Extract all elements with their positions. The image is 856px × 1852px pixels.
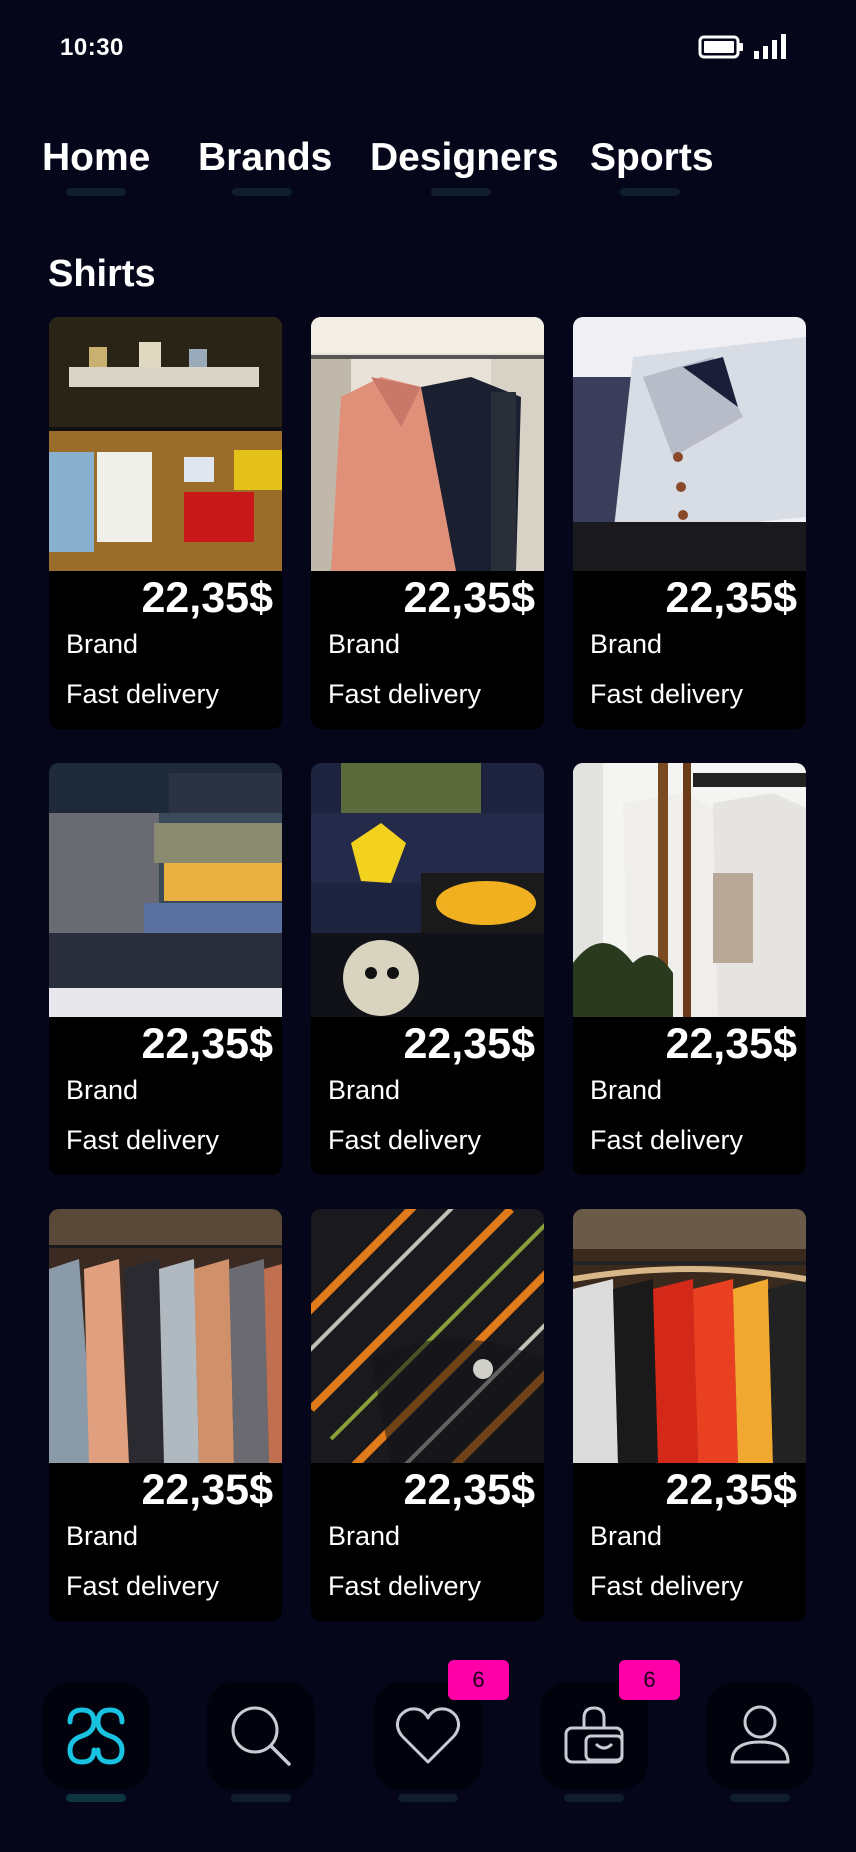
product-delivery: Fast delivery: [328, 1125, 482, 1155]
product-price: 22,35$: [403, 574, 535, 622]
nav-home-button[interactable]: [42, 1682, 150, 1802]
product-brand: Brand: [66, 1075, 139, 1105]
heart-icon: [395, 1707, 461, 1764]
product-brand: Brand: [328, 1075, 401, 1105]
product-image: [49, 317, 282, 571]
battery-icon: [698, 35, 743, 59]
product-card[interactable]: 22,35$ Brand Fast delivery: [311, 317, 544, 729]
nav-profile-indicator: [730, 1794, 790, 1802]
product-card[interactable]: 22,35$ Brand Fast delivery: [573, 317, 806, 729]
tab-brands-label: Brands: [198, 136, 333, 179]
product-brand: Brand: [328, 1521, 401, 1551]
bag-count-badge: 6: [619, 1660, 680, 1700]
tab-home-label: Home: [42, 136, 151, 179]
product-image: [311, 1209, 544, 1463]
product-delivery: Fast delivery: [590, 1571, 744, 1601]
product-delivery: Fast delivery: [66, 679, 220, 709]
product-card[interactable]: 22,35$ Brand Fast delivery: [311, 1209, 544, 1621]
product-price: 22,35$: [141, 1466, 273, 1514]
product-card[interactable]: 22,35$ Brand Fast delivery: [573, 763, 806, 1175]
product-card[interactable]: 22,35$ Brand Fast delivery: [573, 1209, 806, 1621]
profile-icon: [730, 1705, 790, 1764]
product-delivery: Fast delivery: [328, 1571, 482, 1601]
product-brand: Brand: [66, 1521, 139, 1551]
nav-home-indicator: [66, 1794, 126, 1802]
product-brand: Brand: [328, 629, 401, 659]
section-title: Shirts: [48, 253, 156, 295]
tab-sports-label: Sports: [590, 136, 714, 179]
product-delivery: Fast delivery: [328, 679, 482, 709]
product-image: [49, 1209, 282, 1463]
status-bar: 10:30: [0, 0, 856, 96]
product-brand: Brand: [590, 629, 663, 659]
product-brand: Brand: [66, 629, 139, 659]
product-price: 22,35$: [665, 1020, 797, 1068]
nav-search-button[interactable]: [207, 1682, 315, 1802]
tab-sports-indicator: [620, 188, 680, 196]
product-image: [573, 763, 806, 1017]
product-brand: Brand: [590, 1521, 663, 1551]
product-delivery: Fast delivery: [590, 1125, 744, 1155]
product-image: [573, 317, 806, 571]
shopping-bag-icon: [564, 1706, 624, 1764]
product-price: 22,35$: [403, 1020, 535, 1068]
product-card[interactable]: 22,35$ Brand Fast delivery: [49, 763, 282, 1175]
product-card[interactable]: 22,35$ Brand Fast delivery: [49, 1209, 282, 1621]
tab-sports[interactable]: Sports: [590, 130, 714, 200]
product-card[interactable]: 22,35$ Brand Fast delivery: [49, 317, 282, 729]
tab-home-indicator: [66, 188, 126, 196]
product-image: [49, 763, 282, 1017]
tab-home[interactable]: Home: [42, 130, 150, 200]
top-nav: Home Brands Designers Sports: [0, 130, 856, 200]
product-card[interactable]: 22,35$ Brand Fast delivery: [311, 763, 544, 1175]
nav-favorites-indicator: [398, 1794, 458, 1802]
tab-designers[interactable]: Designers: [370, 130, 559, 200]
tab-designers-label: Designers: [370, 136, 559, 179]
product-image: [573, 1209, 806, 1463]
product-delivery: Fast delivery: [66, 1125, 220, 1155]
product-delivery: Fast delivery: [590, 679, 744, 709]
nav-bag-indicator: [564, 1794, 624, 1802]
status-time: 10:30: [60, 34, 124, 61]
tab-brands-indicator: [232, 188, 292, 196]
product-image: [311, 763, 544, 1017]
home-logo-icon: [67, 1707, 125, 1765]
app-screen: 10:30 Home Brands Designers Sports Shirt…: [0, 0, 856, 1852]
favorites-count-badge: 6: [448, 1660, 509, 1700]
product-price: 22,35$: [403, 1466, 535, 1514]
product-brand: Brand: [590, 1075, 663, 1105]
nav-search-indicator: [231, 1794, 291, 1802]
tab-designers-indicator: [431, 188, 491, 196]
bottom-nav: [0, 1660, 856, 1852]
tab-brands[interactable]: Brands: [198, 130, 332, 200]
nav-profile-button[interactable]: [706, 1682, 814, 1802]
product-image: [311, 317, 544, 571]
product-delivery: Fast delivery: [66, 1571, 220, 1601]
product-price: 22,35$: [141, 1020, 273, 1068]
search-icon: [231, 1706, 291, 1766]
product-price: 22,35$: [665, 574, 797, 622]
product-price: 22,35$: [665, 1466, 797, 1514]
signal-icon: [754, 34, 786, 59]
product-price: 22,35$: [141, 574, 273, 622]
